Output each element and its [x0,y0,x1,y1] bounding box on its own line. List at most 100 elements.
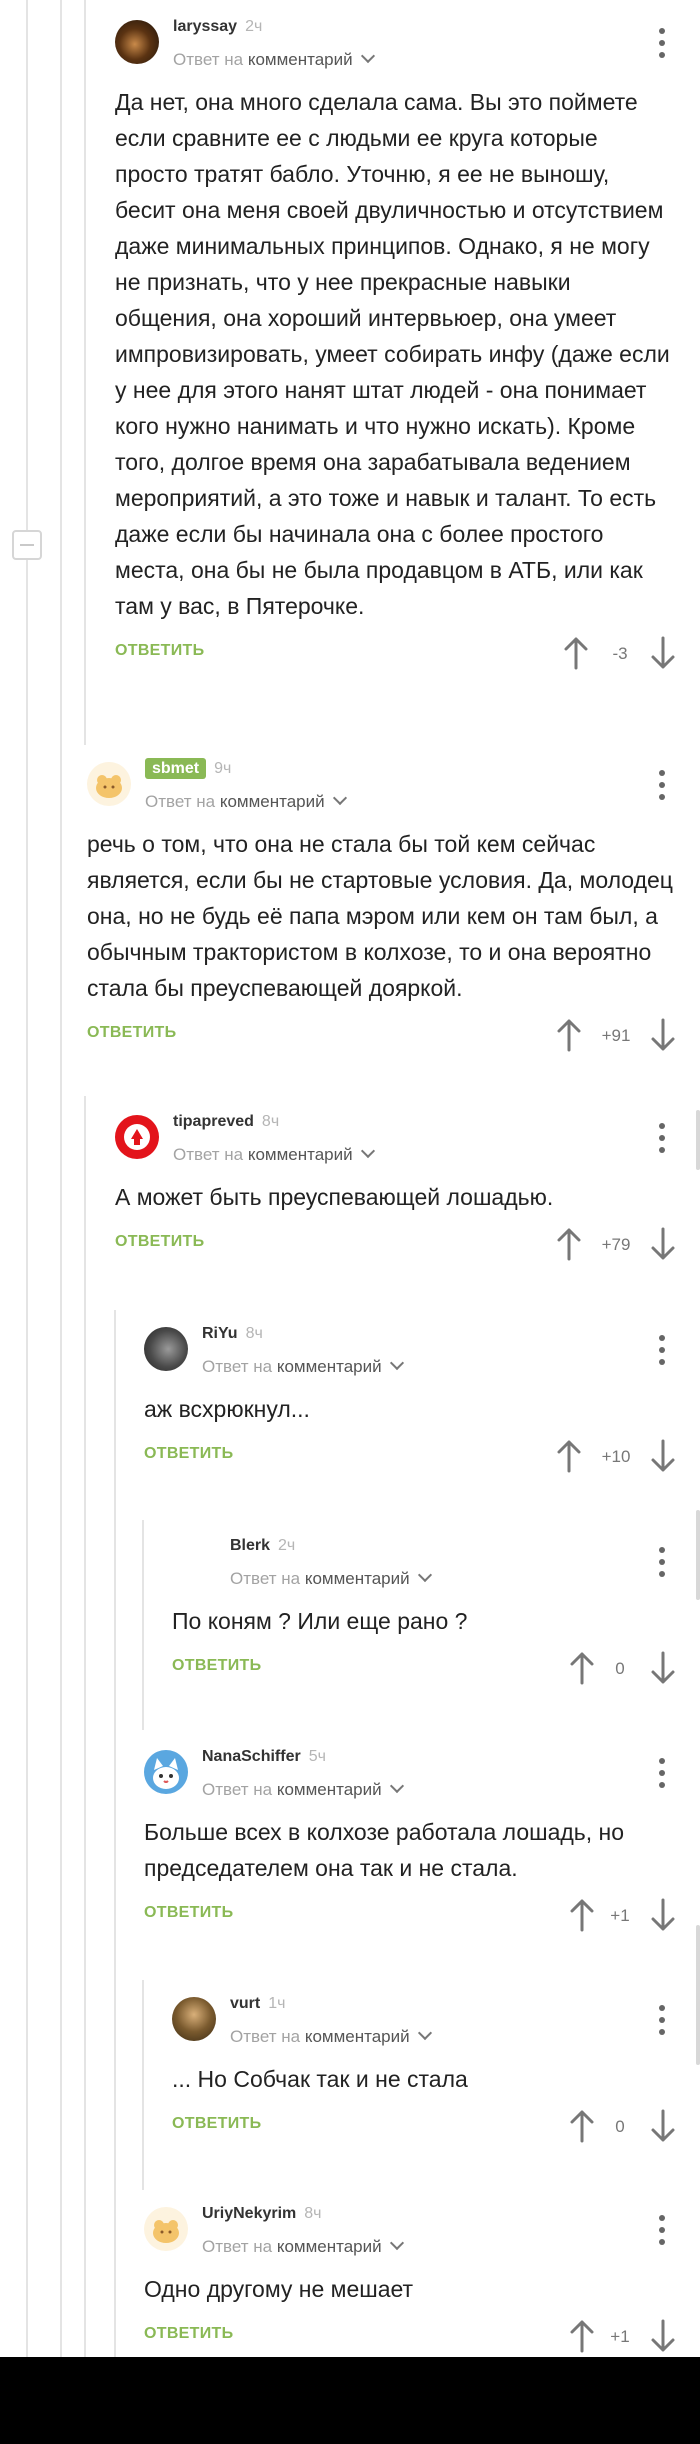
comment-score: +10 [601,1447,631,1466]
username[interactable]: laryssay [173,18,237,35]
upvote-icon[interactable] [563,636,589,670]
reply-to-link[interactable]: Ответ на комментарий [145,790,347,812]
reply-to-link[interactable]: Ответ на комментарий [202,1355,404,1377]
comment-text: речь о том, что она не стала бы той кем … [87,831,673,1001]
avatar[interactable] [115,20,159,64]
comment-score: +1 [610,1906,630,1925]
avatar[interactable] [144,1750,188,1794]
comment-score: -3 [612,644,628,663]
more-options-icon[interactable] [659,1547,665,1581]
reply-button[interactable]: ОТВЕТИТЬ [115,642,204,660]
downvote-icon[interactable] [650,1018,676,1052]
upvote-icon[interactable] [569,1898,595,1932]
reply-to-link[interactable]: Ответ на комментарий [230,2025,432,2047]
reply-to-link[interactable]: Ответ на комментарий [202,2235,404,2257]
comment-time: 2ч [278,1537,296,1554]
thread-line [60,0,62,2357]
comment-score: 0 [615,2117,625,2136]
reply-button[interactable]: ОТВЕТИТЬ [115,1233,204,1251]
reply-to-link[interactable]: Ответ на комментарий [173,1143,375,1165]
thread-line [84,1096,86,2357]
comment-time: 5ч [308,1748,326,1765]
comment-text: А может быть преуспевающей лошадью. [115,1184,554,1210]
comment: NanaSchiffer 5ч Ответ на комментарий Боль… [144,1748,676,1936]
avatar[interactable] [87,762,131,806]
upvote-icon[interactable] [556,1439,582,1473]
chevron-down-icon [417,2025,432,2041]
upvote-icon[interactable] [569,2319,595,2353]
downvote-icon[interactable] [650,2109,676,2143]
comment-time: 8ч [261,1113,280,1130]
username[interactable]: tipapreved [173,1113,254,1130]
comment: sbmet 9ч Ответ на комментарий речь о том,… [87,758,676,1056]
reply-to-link[interactable]: Ответ на комментарий [202,1778,404,1800]
more-options-icon[interactable] [659,1335,665,1369]
comment-time: 1ч [268,1995,286,2012]
reply-button[interactable]: ОТВЕТИТЬ [144,1904,233,1922]
comment-text: ... Но Собчак так и не стала [172,2066,468,2092]
reply-to-link[interactable]: Ответ на комментарий [230,1567,432,1589]
username[interactable]: Blerk [230,1537,270,1554]
upvote-icon[interactable] [556,1018,582,1052]
avatar[interactable] [144,1327,188,1371]
avatar[interactable] [115,1115,159,1159]
comment-text: Одно другому не мешает [144,2276,414,2302]
thread-line [142,1980,144,2190]
comment-score: +1 [610,2327,630,2346]
comment-score: +79 [601,1235,631,1254]
downvote-icon[interactable] [650,1898,676,1932]
username[interactable]: RiYu [202,1325,238,1342]
comment: UriyNekyrim 8ч Ответ на комментарий Одно … [144,2205,676,2357]
comment-time: 9ч [214,760,232,777]
upvote-icon[interactable] [556,1227,582,1261]
username[interactable]: vurt [230,1995,260,2012]
downvote-icon[interactable] [650,2319,676,2353]
reply-button[interactable]: ОТВЕТИТЬ [144,2325,233,2343]
comment-score: 0 [615,1659,625,1678]
reply-button[interactable]: ОТВЕТИТЬ [144,1445,233,1463]
comment: vurt 1ч Ответ на комментарий ... Но Собча… [172,1995,676,2147]
more-options-icon[interactable] [659,1758,665,1792]
comment: Blerk 2ч Ответ на комментарий По коням ? … [172,1537,676,1689]
upvote-icon[interactable] [569,1651,595,1685]
avatar[interactable] [172,1997,216,2041]
comment: RiYu 8ч Ответ на комментарий аж всхрюкнул… [144,1325,676,1477]
comment: tipapreved 8ч Ответ на комментарий А може… [115,1113,676,1265]
chevron-down-icon [360,1143,375,1159]
comment-text: аж всхрюкнул... [144,1396,310,1422]
chevron-down-icon [389,1778,404,1794]
more-options-icon[interactable] [659,2215,665,2249]
reply-button[interactable]: ОТВЕТИТЬ [172,2115,261,2133]
more-options-icon[interactable] [659,2005,665,2039]
reply-button[interactable]: ОТВЕТИТЬ [172,1657,261,1675]
chevron-down-icon [332,790,347,806]
comment-time: 2ч [245,18,263,35]
reply-to-link[interactable]: Ответ на комментарий [173,48,375,70]
downvote-icon[interactable] [650,1227,676,1261]
collapse-thread-button[interactable] [12,530,42,560]
downvote-icon[interactable] [650,636,676,670]
upvote-icon[interactable] [569,2109,595,2143]
chevron-down-icon [389,1355,404,1371]
system-navigation-bar [0,2357,700,2444]
more-options-icon[interactable] [659,770,665,804]
comment-score: +91 [601,1026,631,1045]
more-options-icon[interactable] [659,1123,665,1157]
scroll-marker [696,1925,700,2065]
chevron-down-icon [389,2235,404,2251]
thread-line [84,0,86,745]
downvote-icon[interactable] [650,1651,676,1685]
username[interactable]: NanaSchiffer [202,1748,301,1765]
more-options-icon[interactable] [659,28,665,62]
chevron-down-icon [360,48,375,64]
reply-button[interactable]: ОТВЕТИТЬ [87,1024,176,1042]
comment-time: 8ч [245,1325,263,1342]
comment-text: По коням ? Или еще рано ? [172,1608,468,1634]
username[interactable]: sbmet [145,758,207,779]
thread-line [142,1520,144,1730]
avatar[interactable] [144,2207,188,2251]
username[interactable]: UriyNekyrim [202,2205,296,2222]
comment-text: Да нет, она много сделала сама. Вы это п… [115,89,670,619]
scroll-marker [696,1110,700,1170]
downvote-icon[interactable] [650,1439,676,1473]
